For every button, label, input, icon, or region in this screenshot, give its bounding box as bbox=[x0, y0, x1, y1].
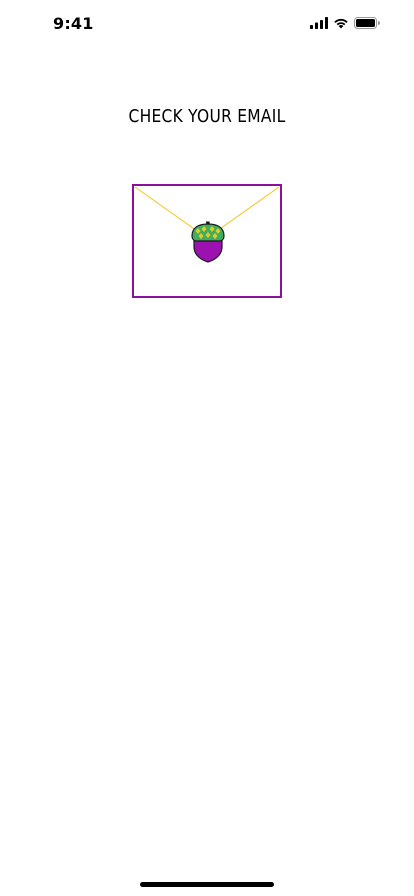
wifi-icon bbox=[333, 17, 349, 29]
status-bar: 9:41 bbox=[0, 0, 414, 44]
status-time: 9:41 bbox=[53, 14, 94, 33]
cellular-signal-icon bbox=[310, 17, 328, 29]
page-title: CHECK YOUR EMAIL bbox=[128, 106, 286, 127]
home-indicator[interactable] bbox=[140, 882, 274, 887]
battery-icon bbox=[354, 17, 380, 29]
status-icons bbox=[310, 16, 380, 30]
envelope-illustration bbox=[132, 184, 282, 298]
